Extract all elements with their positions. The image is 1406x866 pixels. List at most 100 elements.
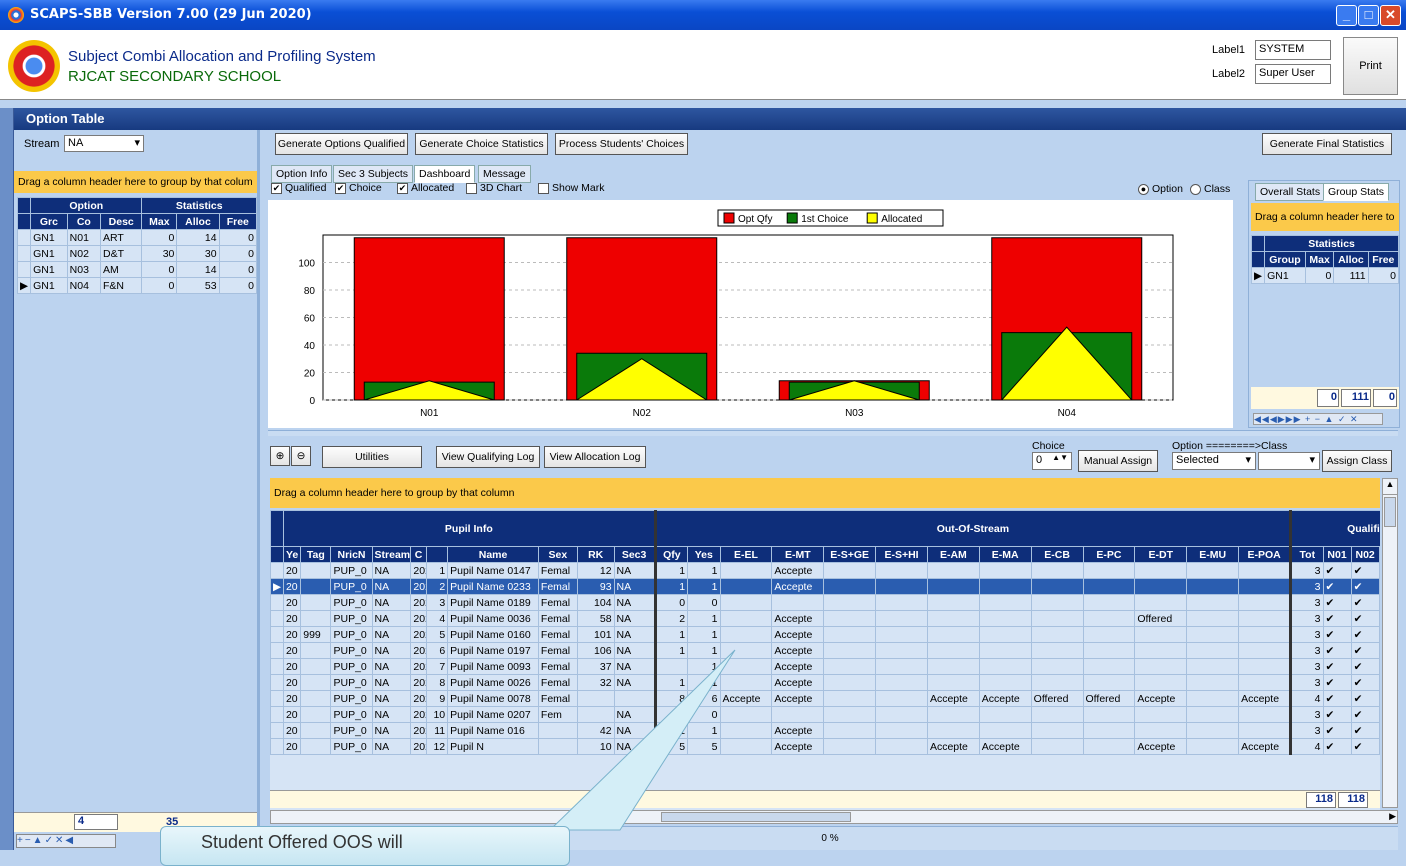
col-header[interactable]: E-S+GE (823, 546, 877, 563)
col-header[interactable]: Free (218, 213, 258, 230)
scroll-right-icon[interactable]: ▶ (1389, 811, 1396, 822)
col-header[interactable]: Tag (300, 546, 332, 563)
col-header[interactable]: Grc (30, 213, 68, 230)
table-row[interactable]: 20PUP_0NA2021Pupil Name 0147Femal12NA11A… (270, 562, 1380, 579)
table-row[interactable]: ▶ GN1 0 111 0 (1250, 267, 1400, 284)
option-select[interactable]: Selected ▾ (1172, 452, 1256, 470)
col-header[interactable]: Yes (687, 546, 721, 563)
scroll-thumb[interactable] (1384, 497, 1396, 527)
col-header[interactable]: Co (66, 213, 102, 230)
row-indicator-header (16, 197, 32, 214)
utilities-button[interactable]: Utilities (322, 446, 422, 468)
footer-count: 4 (74, 814, 118, 830)
table-row[interactable]: GN1 N03 AM 0 14 0 (16, 261, 258, 278)
generate-choice-statistics-button[interactable]: Generate Choice Statistics (415, 133, 548, 155)
class-select[interactable]: ▾ (1258, 452, 1320, 470)
col-header[interactable]: NricN (330, 546, 373, 563)
radio-class[interactable]: Class (1190, 183, 1230, 195)
col-header[interactable]: Stream (371, 546, 412, 563)
table-row[interactable]: 20999PUP_0NA2025Pupil Name 0160Femal101N… (270, 626, 1380, 643)
view-allocation-log-button[interactable]: View Allocation Log (544, 446, 646, 468)
tab-group-stats[interactable]: Group Stats (1323, 183, 1390, 201)
table-row[interactable]: 20PUP_0NA2026Pupil Name 0197Femal106NA11… (270, 642, 1380, 659)
col-header[interactable]: E-POA (1238, 546, 1292, 563)
choice-spinner[interactable]: 0 ▲▼ (1032, 452, 1072, 470)
col-header[interactable]: Max (1304, 251, 1335, 268)
col-header[interactable]: Max (141, 213, 178, 230)
col-header[interactable]: Tot (1289, 546, 1324, 563)
checkbox-show-mark[interactable]: Show Mark (538, 182, 605, 194)
vertical-scrollbar[interactable]: ▲ (1382, 478, 1398, 808)
col-header[interactable] (425, 546, 449, 563)
table-row[interactable]: 20PUP_0NA20211Pupil Name 01642NA11Accept… (270, 722, 1380, 739)
table-row[interactable]: GN1 N01 ART 0 14 0 (16, 229, 258, 246)
horizontal-scrollbar[interactable]: ▶ (270, 810, 1398, 824)
col-header[interactable]: Sex (537, 546, 578, 563)
checkbox-allocated[interactable]: ✔ Allocated (397, 182, 454, 194)
col-header[interactable]: E-MA (978, 546, 1032, 563)
col-header[interactable]: Free (1367, 251, 1400, 268)
minimize-button[interactable]: _ (1336, 5, 1357, 26)
col-header[interactable]: E-MT (771, 546, 825, 563)
table-row[interactable]: 20PUP_0NA2023Pupil Name 0189Femal104NA00… (270, 594, 1380, 611)
tab-option-info[interactable]: Option Info (271, 165, 333, 183)
stats-navigator[interactable]: ◀◀◀▶▶▶ + − ▲ ✓ ✕ (1253, 413, 1383, 425)
tab-message[interactable]: Message (478, 165, 531, 183)
tab-sec3-subjects[interactable]: Sec 3 Subjects (333, 165, 414, 183)
col-header[interactable]: Sec3 (613, 546, 656, 563)
col-header[interactable]: Desc (99, 213, 143, 230)
grid-navigator[interactable]: +−▲✓✕◀ (16, 834, 116, 848)
col-header[interactable]: Alloc (1333, 251, 1369, 268)
checkbox-3d-chart[interactable]: 3D Chart (466, 182, 522, 194)
col-header[interactable]: E-EL (719, 546, 773, 563)
generate-final-statistics-button[interactable]: Generate Final Statistics (1262, 133, 1392, 155)
generate-options-qualified-button[interactable]: Generate Options Qualified (275, 133, 408, 155)
col-header[interactable]: Group (1264, 251, 1306, 268)
col-header[interactable]: RK (576, 546, 615, 563)
col-header[interactable]: N01 (1322, 546, 1352, 563)
tab-dashboard[interactable]: Dashboard (414, 165, 476, 183)
scroll-up-icon[interactable]: ▲ (1383, 479, 1397, 495)
col-header[interactable]: E-MU (1186, 546, 1240, 563)
radio-option[interactable]: ● Option (1138, 183, 1183, 195)
col-header[interactable]: Ye (282, 546, 302, 563)
label1-field[interactable]: SYSTEM (1255, 40, 1331, 60)
col-header[interactable]: Alloc (176, 213, 220, 230)
col-header[interactable]: Qfy (653, 546, 689, 563)
col-header[interactable]: E-AM (926, 546, 980, 563)
maximize-button[interactable]: □ (1358, 5, 1379, 26)
checkbox-choice[interactable]: ✔ Choice (335, 182, 382, 194)
table-row[interactable]: 20PUP_0NA20212Pupil N10NA55AccepteAccept… (270, 738, 1380, 755)
tab-overall-stats[interactable]: Overall Stats (1255, 183, 1326, 201)
col-header[interactable]: E-S+HI (875, 546, 928, 563)
table-row[interactable]: GN1 N02 D&T 30 30 0 (16, 245, 258, 262)
manual-assign-button[interactable]: Manual Assign (1078, 450, 1158, 472)
zoom-out-icon[interactable]: ⊖ (291, 446, 311, 466)
close-button[interactable]: ✕ (1380, 5, 1401, 26)
table-row[interactable]: ▶20PUP_0NA2022Pupil Name 0233Femal93NA11… (270, 578, 1380, 595)
table-row[interactable]: 20PUP_0NA2028Pupil Name 0026Femal32NA11A… (270, 674, 1380, 691)
table-row[interactable]: 20PUP_0NA2029Pupil Name 0078Femal86Accep… (270, 690, 1380, 707)
checkbox-qualified[interactable]: ✔ Qualified (271, 182, 326, 194)
horizontal-splitter[interactable] (268, 430, 1398, 436)
table-row[interactable]: 20PUP_0NA2024Pupil Name 0036Femal58NA21A… (270, 610, 1380, 627)
print-button[interactable]: Print (1343, 37, 1398, 95)
assign-class-button[interactable]: Assign Class (1322, 450, 1392, 472)
table-row[interactable]: 20PUP_0NA2027Pupil Name 0093Femal37NA1Ac… (270, 658, 1380, 675)
zoom-in-icon[interactable]: ⊕ (270, 446, 290, 466)
view-qualifying-log-button[interactable]: View Qualifying Log (436, 446, 540, 468)
y-tick-label: 40 (304, 341, 316, 352)
table-row[interactable]: 20PUP_0NA20210Pupil Name 0207FemNA003✔✔ (270, 706, 1380, 723)
col-header[interactable]: Name (447, 546, 539, 563)
col-header[interactable]: N02 (1350, 546, 1380, 563)
col-header[interactable]: N (1378, 546, 1380, 563)
left-splitter[interactable] (0, 108, 14, 850)
col-header[interactable]: E-CB (1030, 546, 1084, 563)
stream-select[interactable]: NA ▾ (64, 135, 144, 152)
label2-field[interactable]: Super User (1255, 64, 1331, 84)
col-header[interactable]: C (410, 546, 427, 563)
col-header[interactable]: E-DT (1134, 546, 1188, 563)
col-header[interactable]: E-PC (1082, 546, 1136, 563)
process-students-choices-button[interactable]: Process Students' Choices (555, 133, 688, 155)
table-row[interactable]: ▶ GN1 N04 F&N 0 53 0 (16, 277, 258, 294)
